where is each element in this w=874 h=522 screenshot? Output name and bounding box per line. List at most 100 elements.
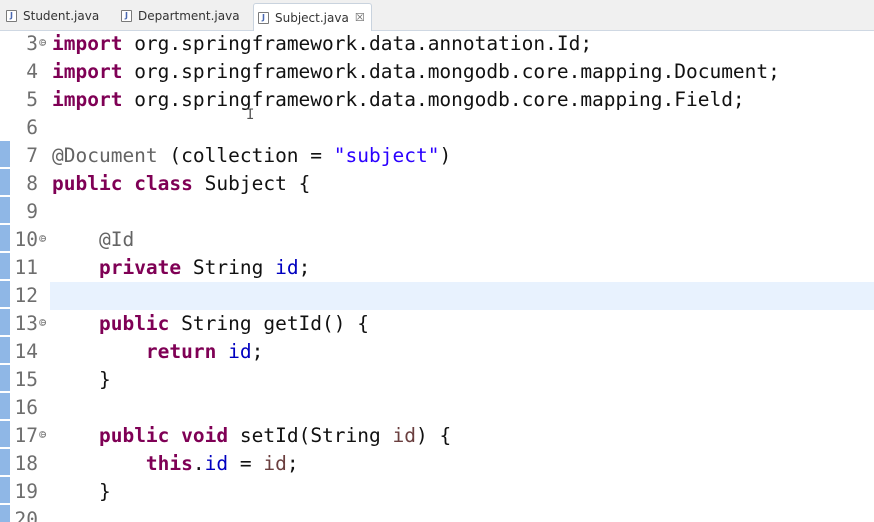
tab-label: Department.java <box>138 9 240 23</box>
java-file-icon: J <box>121 10 132 22</box>
code-token: ) <box>439 144 452 167</box>
code-text: import org.springframework.data.mongodb.… <box>52 86 745 114</box>
tab-subject-java[interactable]: J Subject.java ☒ <box>253 3 372 31</box>
code-token: return <box>145 340 217 363</box>
code-token: ) { <box>416 424 452 447</box>
code-token: id <box>263 452 287 475</box>
editor-tab-bar: J Student.java J Department.java J Subje… <box>0 0 874 31</box>
code-line[interactable]: 17 ⊖ public void setId(String id) { <box>0 422 874 450</box>
tab-label: Subject.java <box>275 10 349 25</box>
code-line[interactable]: 10 ⊖ @Id <box>0 226 874 254</box>
code-token: String <box>181 256 276 279</box>
code-line[interactable]: 14 return id; <box>0 338 874 366</box>
code-line[interactable]: 12 <box>0 282 874 310</box>
code-text: } <box>52 478 111 506</box>
text-cursor-icon: I <box>246 107 255 123</box>
line-number: 11 <box>14 256 38 279</box>
line-number: 15 <box>14 368 38 391</box>
code-token: import <box>52 32 123 55</box>
code-editor[interactable]: 3 ⊖ import org.springframework.data.annota… <box>0 31 874 522</box>
code-line[interactable]: 5 import org.springframework.data.mongodb… <box>0 86 874 114</box>
code-token: public <box>98 424 170 447</box>
code-token: ; <box>298 256 311 279</box>
code-token: org.springframework.data.annotation.Id; <box>122 32 593 55</box>
code-token: id <box>204 452 229 475</box>
code-line[interactable]: 8 public class Subject { <box>0 170 874 198</box>
code-text: import org.springframework.data.annotati… <box>52 31 592 58</box>
code-line[interactable]: 11 private String id; <box>0 254 874 282</box>
code-line[interactable]: 3 ⊖ import org.springframework.data.annota… <box>0 31 874 58</box>
line-number: 17 <box>14 424 38 447</box>
line-number: 3 <box>26 32 38 55</box>
line-number: 16 <box>14 396 38 419</box>
line-number: 14 <box>14 340 38 363</box>
code-token: class <box>134 172 193 195</box>
code-text: @Document (collection = "subject") <box>52 142 451 170</box>
tab-student-java[interactable]: J Student.java <box>2 4 99 28</box>
fold-collapse-icon[interactable]: ⊖ <box>39 431 47 439</box>
fold-collapse-icon[interactable]: ⊖ <box>39 39 47 47</box>
code-line[interactable]: 7 @Document (collection = "subject") <box>0 142 874 170</box>
code-text: this.id = id; <box>52 450 299 478</box>
line-number: 9 <box>26 200 38 223</box>
code-token: org.springframework.data.mongodb.core.ma… <box>122 60 780 83</box>
code-line[interactable]: 9 <box>0 198 874 226</box>
code-token: . <box>192 452 205 475</box>
line-number: 5 <box>26 88 38 111</box>
code-text: public class Subject { <box>52 170 310 198</box>
line-number: 8 <box>26 172 38 195</box>
code-token: id <box>228 340 252 363</box>
code-token: String getId() { <box>169 312 370 335</box>
code-token: } <box>52 480 111 503</box>
code-line[interactable]: 20 <box>0 506 874 522</box>
fold-collapse-icon[interactable]: ⊖ <box>39 235 47 243</box>
line-number: 6 <box>26 116 38 139</box>
code-token: public <box>98 312 170 335</box>
close-tab-icon[interactable]: ☒ <box>355 12 365 23</box>
code-line[interactable]: 4 import org.springframework.data.mongodb… <box>0 58 874 86</box>
code-token: org.springframework.data.mongodb.core.ma… <box>122 88 745 111</box>
line-number: 20 <box>14 508 38 522</box>
code-token: @Document <box>52 144 158 167</box>
line-number: 18 <box>14 452 38 475</box>
code-token: void <box>181 424 229 447</box>
tab-department-java[interactable]: J Department.java <box>117 4 240 28</box>
code-line[interactable]: 16 <box>0 394 874 422</box>
code-token: id <box>392 424 416 447</box>
line-number: 19 <box>14 480 38 503</box>
line-number: 10 <box>14 228 38 251</box>
line-number: 12 <box>14 284 38 307</box>
code-text: private String id; <box>52 254 310 282</box>
code-token: import <box>52 60 123 83</box>
java-file-icon: J <box>6 10 17 22</box>
code-text: public String getId() { <box>52 310 369 338</box>
code-text: } <box>52 366 111 394</box>
code-line[interactable]: 19 } <box>0 478 874 506</box>
code-token: public <box>52 172 123 195</box>
code-token: ; <box>251 340 264 363</box>
code-token: this <box>145 452 193 475</box>
code-line[interactable]: 18 this.id = id; <box>0 450 874 478</box>
fold-collapse-icon[interactable]: ⊖ <box>39 319 47 327</box>
code-line[interactable]: 6 <box>0 114 874 142</box>
code-token: @Id <box>98 228 135 251</box>
code-token: import <box>52 88 123 111</box>
code-text: @Id <box>52 226 134 254</box>
code-line[interactable]: 13 ⊖ public String getId() { <box>0 310 874 338</box>
code-token: private <box>98 256 182 279</box>
code-token: id <box>275 256 299 279</box>
code-line[interactable]: 15 } <box>0 366 874 394</box>
code-token: = <box>228 452 264 475</box>
code-text: public void setId(String id) { <box>52 422 451 450</box>
code-token: ; <box>286 452 299 475</box>
code-text: return id; <box>52 338 263 366</box>
line-number: 13 <box>14 312 38 335</box>
code-token: "subject" <box>333 144 440 167</box>
